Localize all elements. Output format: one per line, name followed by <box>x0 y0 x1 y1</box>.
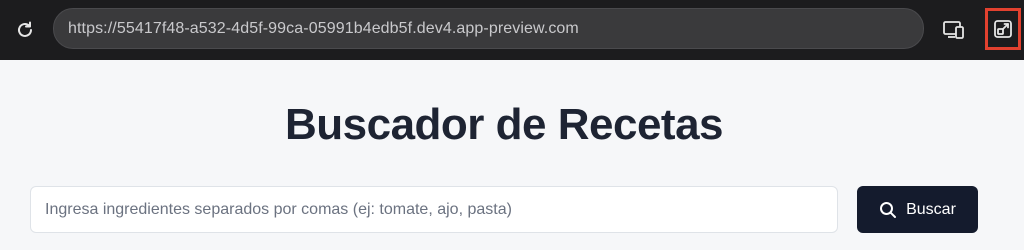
url-text: https://55417f48-a532-4d5f-99ca-05991b4e… <box>68 19 579 37</box>
address-bar[interactable]: https://55417f48-a532-4d5f-99ca-05991b4e… <box>53 8 924 49</box>
reload-icon[interactable] <box>12 17 38 43</box>
popout-button[interactable] <box>985 8 1021 50</box>
search-button[interactable]: Buscar <box>857 186 978 233</box>
page-title: Buscador de Recetas <box>284 100 724 149</box>
responsive-devices-icon[interactable] <box>940 16 968 44</box>
open-in-new-window-icon <box>994 20 1012 38</box>
ingredients-search-input[interactable] <box>30 186 838 233</box>
search-icon <box>879 201 897 219</box>
browser-toolbar: https://55417f48-a532-4d5f-99ca-05991b4e… <box>0 0 1024 60</box>
page-content: Buscador de Recetas Buscar <box>0 60 1024 250</box>
search-button-label: Buscar <box>906 200 956 218</box>
